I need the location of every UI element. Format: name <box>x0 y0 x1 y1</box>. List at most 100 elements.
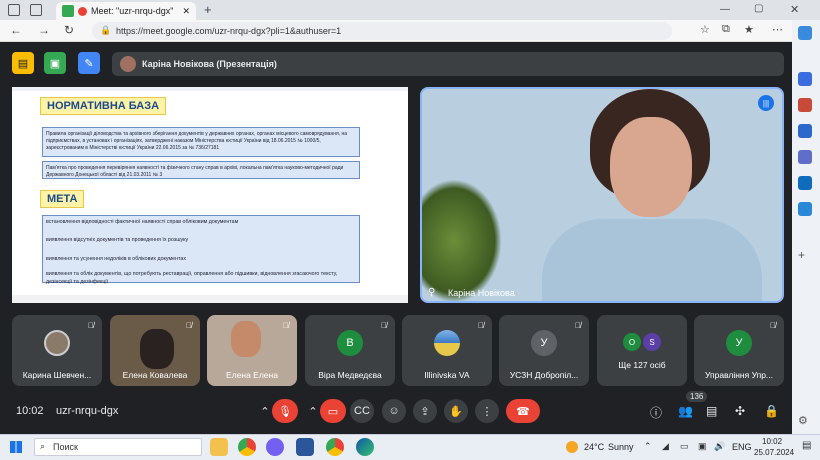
participant-tile[interactable]: 🎙̸ В Віра Медведєва <box>305 315 395 386</box>
close-window-icon[interactable]: ✕ <box>790 3 799 16</box>
mic-off-icon: 🎙̸ <box>575 321 581 330</box>
outlook-icon[interactable] <box>798 176 812 190</box>
avatar <box>44 330 70 356</box>
office-icon[interactable] <box>798 150 812 164</box>
speaker-name: Каріна Новікова <box>448 288 515 298</box>
network-icon[interactable]: ▣ <box>698 441 707 452</box>
mic-off-button[interactable]: 🎙 <box>272 399 298 423</box>
presentation-slide: НОРМАТИВНА БАЗА Правила організації діло… <box>12 87 408 303</box>
extensions-icon[interactable]: ⧉ <box>722 23 730 36</box>
tools-icon[interactable] <box>798 98 812 112</box>
chrome-icon[interactable] <box>326 438 344 456</box>
browser-tab[interactable]: Meet: "uzr-nrqu-dgx" ✕ <box>56 2 196 20</box>
mic-off-icon: 🎙̸ <box>770 321 776 330</box>
participant-tile[interactable]: 🎙̸ Illinivska VA <box>402 315 492 386</box>
participant-name: Карина Шевчен... <box>22 370 92 380</box>
edge-icon[interactable] <box>356 438 374 456</box>
meeting-code: uzr-nrqu-dgx <box>56 405 119 417</box>
participant-tile[interactable]: 🎙̸ Карина Шевчен... <box>12 315 102 386</box>
copilot-icon[interactable] <box>798 26 812 40</box>
activities-icon[interactable]: ✣ <box>735 404 745 418</box>
raise-hand-button[interactable]: ✋ <box>444 399 468 423</box>
notes-icon[interactable]: ▤ <box>12 52 34 74</box>
people-count-badge: 136 <box>686 391 708 402</box>
clock-time[interactable]: 10:02 <box>762 437 782 446</box>
viber-icon[interactable] <box>266 438 284 456</box>
participant-tile[interactable]: 🎙̸ Елена Ковалева <box>110 315 200 386</box>
tab-actions-icon[interactable] <box>30 4 42 16</box>
favorites-icon[interactable]: ★ <box>744 23 754 36</box>
star-icon[interactable]: ☆ <box>700 23 710 36</box>
goal-item: встановлення відповідності фактичної ная… <box>46 219 239 225</box>
slide-goals-box: встановлення відповідності фактичної ная… <box>42 215 360 285</box>
participant-tile[interactable]: 🎙̸ У УСЗН Добропіл... <box>499 315 589 386</box>
participant-tile[interactable]: 🎙̸ Елена Елена <box>207 315 297 386</box>
notifications-icon[interactable]: ▤ <box>802 440 811 451</box>
pen-icon[interactable]: ✎ <box>78 52 100 74</box>
tab-close-icon[interactable]: ✕ <box>182 6 190 17</box>
language-indicator[interactable]: ENG <box>732 442 752 452</box>
mic-off-icon: 🎙̸ <box>283 321 289 330</box>
pin-icon[interactable]: ⚲ <box>428 287 435 298</box>
participant-tile[interactable]: 🎙̸ У Управління Упр... <box>694 315 784 386</box>
wifi-icon[interactable]: ◢ <box>662 441 669 452</box>
games-icon[interactable] <box>798 124 812 138</box>
taskbar-search[interactable]: ⌕ Поиск <box>34 438 202 456</box>
sidebar-settings-icon[interactable]: ⚙ <box>798 414 812 428</box>
meeting-time: 10:02 <box>16 405 44 417</box>
url-field[interactable]: 🔒 https://meet.google.com/uzr-nrqu-dgx?p… <box>92 22 672 40</box>
more-participants-tile[interactable]: O S Ще 127 осіб <box>597 315 687 386</box>
avatar: У <box>726 330 752 356</box>
captions-button[interactable]: CC <box>350 399 374 423</box>
browser-profile-icon[interactable] <box>8 4 20 16</box>
clock-date[interactable]: 25.07.2024 <box>754 448 794 457</box>
maximize-icon[interactable]: ▢ <box>754 3 763 14</box>
mic-off-icon: 🎙̸ <box>186 321 192 330</box>
minimize-icon[interactable]: — <box>720 4 730 15</box>
word-icon[interactable] <box>296 438 314 456</box>
end-call-button[interactable]: ☎ <box>506 399 540 423</box>
speaker-video-tile[interactable]: ||| ⚲ Каріна Новікова <box>420 87 784 303</box>
mic-off-icon: 🎙̸ <box>88 321 94 330</box>
volume-icon[interactable]: 🔊 <box>714 441 725 452</box>
presenter-bar[interactable]: Каріна Новікова (Презентація) <box>112 52 784 76</box>
goal-item: виявлення та облік документів, що потреб… <box>46 271 338 285</box>
host-controls-icon[interactable]: 🔒 <box>764 404 779 418</box>
file-explorer-icon[interactable] <box>210 438 228 456</box>
search-label: Поиск <box>53 442 78 452</box>
weather-temp: 24°C <box>584 442 605 452</box>
participant-name: Illinivska VA <box>424 370 470 380</box>
slide-top-strip <box>12 87 408 91</box>
avatar: S <box>643 333 661 351</box>
goal-item: виявлення та усунення недоліків в обліко… <box>46 255 186 262</box>
mic-options-button[interactable]: ⌃ <box>258 399 272 423</box>
camera-off-button[interactable]: ▭ <box>320 399 346 423</box>
new-tab-button[interactable]: + <box>204 2 212 17</box>
keyboard-icon[interactable]: ▭ <box>680 441 689 452</box>
participant-name: УСЗН Добропіл... <box>509 370 579 380</box>
plant-image <box>422 179 502 301</box>
menu-dots-icon[interactable]: ⋯ <box>772 23 783 36</box>
info-icon[interactable]: ⓘ <box>650 404 662 421</box>
tab-title: Meet: "uzr-nrqu-dgx" <box>91 6 174 16</box>
present-button[interactable]: ⇪ <box>413 399 437 423</box>
windows-start-icon[interactable] <box>10 441 22 453</box>
recording-icon <box>78 6 87 16</box>
back-icon[interactable]: ← <box>10 23 22 37</box>
slide-heading-normative: НОРМАТИВНА БАЗА <box>40 97 167 115</box>
chrome-icon[interactable] <box>238 438 256 456</box>
participant-name: Віра Медведєва <box>318 370 382 380</box>
layout-icon[interactable]: ▣ <box>44 52 66 74</box>
forward-icon[interactable]: → <box>38 23 50 37</box>
shopping-icon[interactable] <box>798 72 812 86</box>
add-sidebar-icon[interactable]: + <box>798 248 812 262</box>
camera-options-button[interactable]: ⌃ <box>306 399 320 423</box>
send-icon[interactable] <box>798 202 812 216</box>
people-icon[interactable]: 👥 <box>678 404 693 418</box>
reload-icon[interactable]: ↻ <box>64 23 74 37</box>
presenter-label: Каріна Новікова (Презентація) <box>142 59 277 69</box>
tray-chevron-icon[interactable]: ⌃ <box>644 441 652 452</box>
chat-icon[interactable]: ▤ <box>706 404 717 418</box>
more-options-button[interactable]: ⋮ <box>475 399 499 423</box>
reactions-button[interactable]: ☺ <box>382 399 406 423</box>
